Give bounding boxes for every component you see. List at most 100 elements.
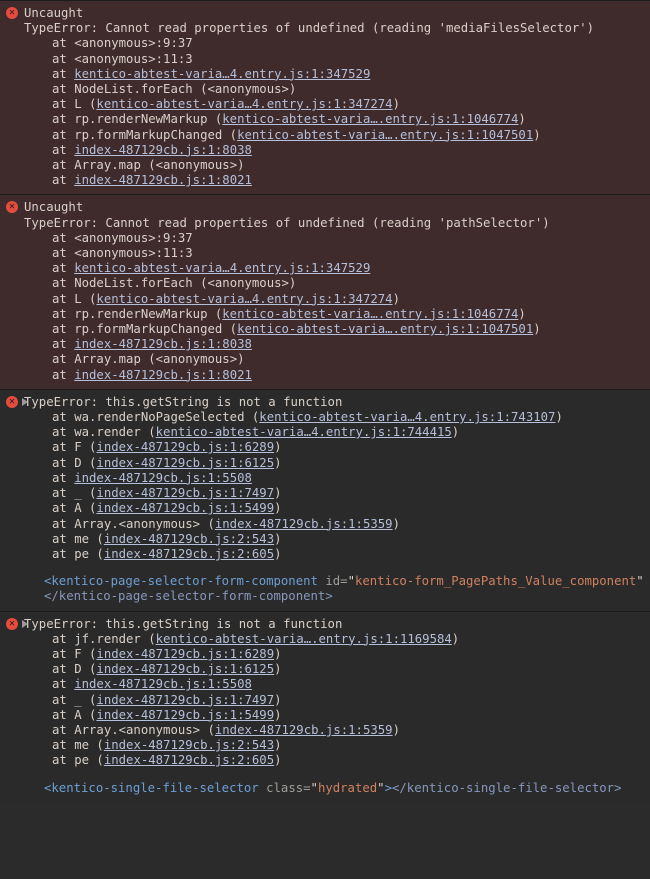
stack-frame: at jf.render (kentico-abtest-varia….entr… [52,632,646,647]
stack-frame: at Array.map (<anonymous>) [52,158,646,173]
stack-frame-prefix: at [52,471,74,485]
element-markup-snippet[interactable]: <kentico-page-selector-form-component id… [44,574,646,589]
stack-frame-link[interactable]: index-487129cb.js:1:5508 [74,677,252,691]
stack-frame-prefix: at me ( [52,532,104,546]
stack-frame-suffix: ) [274,532,281,546]
error-icon: ✕ [6,618,18,630]
stack-frame-link[interactable]: index-487129cb.js:1:5359 [215,723,393,737]
stack-frame-link[interactable]: index-487129cb.js:1:5499 [96,501,274,515]
stack-frame-link[interactable]: index-487129cb.js:1:8021 [74,173,252,187]
stack-frame-link[interactable]: index-487129cb.js:2:605 [104,753,274,767]
stack-frame-link[interactable]: kentico-abtest-varia….entry.js:1:1047501 [237,322,533,336]
stack-frame-text: NodeList.forEach (<anonymous>) [74,276,296,290]
stack-frame-link[interactable]: index-487129cb.js:1:7497 [96,486,274,500]
element-markup-close[interactable]: </kentico-page-selector-form-component> [44,589,646,604]
stack-frame-prefix: at rp.renderNewMarkup ( [52,307,222,321]
stack-frame-link[interactable]: kentico-abtest-varia…4.entry.js:1:743107 [259,410,555,424]
error-icon-row: ✕ [6,7,18,19]
stack-frame-link[interactable]: kentico-abtest-varia….entry.js:1:1046774 [222,307,518,321]
stack-frame-prefix: at [52,368,74,382]
stack-frame-link[interactable]: kentico-abtest-varia….entry.js:1:1169584 [156,632,452,646]
stack-frame-link[interactable]: kentico-abtest-varia…4.entry.js:1:744415 [156,425,452,439]
stack-frame-prefix: at wa.render ( [52,425,156,439]
stack-frame: at NodeList.forEach (<anonymous>) [52,82,646,97]
stack-frame-link[interactable]: index-487129cb.js:1:8021 [74,368,252,382]
stack-frame: at index-487129cb.js:1:8038 [52,143,646,158]
stack-frame: at <anonymous>:11:3 [52,246,646,261]
stack-frame-link[interactable]: index-487129cb.js:1:7497 [96,693,274,707]
stack-frame-suffix: ) [393,517,400,531]
stack-frame-suffix: ) [274,547,281,561]
console-log: ✕UncaughtTypeError: Cannot read properti… [0,0,650,802]
stack-frame-link[interactable]: index-487129cb.js:1:5508 [74,471,252,485]
error-icon-row: ✕ [6,396,28,408]
stack-frame-link[interactable]: kentico-abtest-varia…4.entry.js:1:347529 [74,261,370,275]
stack-frame-link[interactable]: kentico-abtest-varia….entry.js:1:1047501 [237,128,533,142]
stack-frame-link[interactable]: index-487129cb.js:1:8038 [74,337,252,351]
stack-frame-prefix: at _ ( [52,693,96,707]
stack-frame-link[interactable]: kentico-abtest-varia…4.entry.js:1:347274 [96,97,392,111]
stack-frame-link[interactable]: index-487129cb.js:1:8038 [74,143,252,157]
stack-frame-link[interactable]: kentico-abtest-varia…4.entry.js:1:347274 [96,292,392,306]
stack-frame-link[interactable]: index-487129cb.js:1:6289 [96,647,274,661]
stack-frame: at Array.map (<anonymous>) [52,352,646,367]
stack-frame-prefix: at _ ( [52,486,96,500]
stack-frame-link[interactable]: index-487129cb.js:1:5499 [96,708,274,722]
stack-frame-link[interactable]: index-487129cb.js:2:543 [104,532,274,546]
stack-frame: at rp.renderNewMarkup (kentico-abtest-va… [52,307,646,322]
stack-frame-prefix: at L ( [52,292,96,306]
stack-frame-suffix: ) [274,708,281,722]
stack-frame-prefix: at [52,82,74,96]
stack-frame-prefix: at [52,52,74,66]
stack-frame-link[interactable]: index-487129cb.js:1:5359 [215,517,393,531]
stack-frame: at index-487129cb.js:1:8038 [52,337,646,352]
stack-frame: at D (index-487129cb.js:1:6125) [52,456,646,471]
stack-frame-prefix: at [52,231,74,245]
stack-frame: at NodeList.forEach (<anonymous>) [52,276,646,291]
element-markup-snippet[interactable]: <kentico-single-file-selector class="hyd… [44,781,646,796]
stack-frame-suffix: ) [533,322,540,336]
stack-frame-text: <anonymous>:11:3 [74,246,192,260]
stack-frame-link[interactable]: index-487129cb.js:1:6289 [96,440,274,454]
expand-arrow-icon[interactable] [22,398,28,406]
stack-frame-prefix: at Array.<anonymous> ( [52,723,215,737]
stack-frame: at D (index-487129cb.js:1:6125) [52,662,646,677]
stack-frame-link[interactable]: index-487129cb.js:1:6125 [96,456,274,470]
stack-frame-prefix: at jf.render ( [52,632,156,646]
stack-frame-prefix: at A ( [52,501,96,515]
error-header: Uncaught [24,200,646,215]
stack-frame-suffix: ) [533,128,540,142]
stack-frame: at <anonymous>:9:37 [52,231,646,246]
stack-frame-suffix: ) [452,425,459,439]
stack-frame-suffix: ) [393,292,400,306]
console-error-entry: ✕UncaughtTypeError: Cannot read properti… [0,0,650,194]
expand-arrow-icon[interactable] [22,620,28,628]
console-error-entry: ✕UncaughtTypeError: Cannot read properti… [0,194,650,388]
stack-frame-suffix: ) [518,112,525,126]
console-error-entry: ✕TypeError: this.getString is not a func… [0,611,650,802]
stack-frame-prefix: at me ( [52,738,104,752]
stack-frame-prefix: at Array.<anonymous> ( [52,517,215,531]
stack-frame-prefix: at [52,67,74,81]
stack-frame-prefix: at rp.renderNewMarkup ( [52,112,222,126]
stack-frame: at me (index-487129cb.js:2:543) [52,738,646,753]
stack-frame-suffix: ) [274,486,281,500]
stack-frame: at index-487129cb.js:1:5508 [52,677,646,692]
stack-frame-suffix: ) [393,97,400,111]
stack-frame-suffix: ) [274,501,281,515]
stack-frame-link[interactable]: kentico-abtest-varia….entry.js:1:1046774 [222,112,518,126]
stack-frame-prefix: at [52,677,74,691]
stack-frame-link[interactable]: index-487129cb.js:1:6125 [96,662,274,676]
stack-frame-link[interactable]: index-487129cb.js:2:605 [104,547,274,561]
stack-frame-text: <anonymous>:9:37 [74,231,192,245]
stack-frame-prefix: at [52,337,74,351]
stack-frame: at index-487129cb.js:1:8021 [52,173,646,188]
stack-frame: at rp.formMarkupChanged (kentico-abtest-… [52,128,646,143]
stack-frame-prefix: at rp.formMarkupChanged ( [52,322,237,336]
stack-frame-suffix: ) [274,662,281,676]
stack-frame-link[interactable]: kentico-abtest-varia…4.entry.js:1:347529 [74,67,370,81]
stack-frame-suffix: ) [274,738,281,752]
stack-frame-suffix: ) [274,647,281,661]
stack-frame: at rp.renderNewMarkup (kentico-abtest-va… [52,112,646,127]
stack-frame-link[interactable]: index-487129cb.js:2:543 [104,738,274,752]
